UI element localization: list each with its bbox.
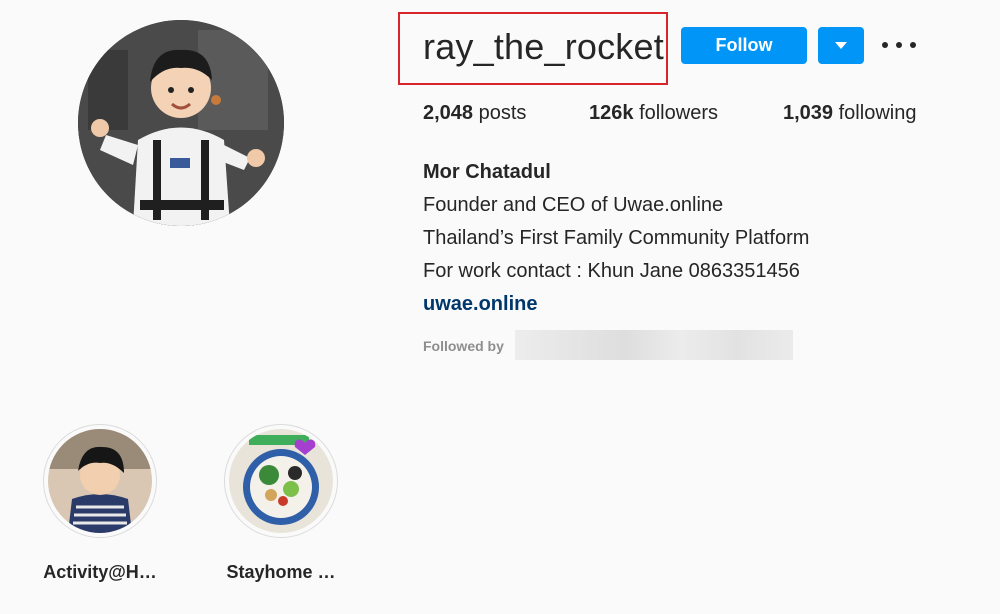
profile-bio: Mor Chatadul Founder and CEO of Uwae.onl… [423, 156, 809, 321]
following-count-label: following [838, 102, 917, 124]
followers-count-label: followers [639, 102, 718, 124]
profile-full-name: Mor Chatadul [423, 161, 551, 183]
followers-link[interactable]: 126k followers [589, 102, 718, 125]
following-link[interactable]: 1,039 following [783, 102, 916, 125]
suggested-accounts-dropdown-button[interactable] [818, 27, 864, 64]
bio-line: Founder and CEO of Uwae.online [423, 194, 724, 216]
bio-line: Thailand’s First Family Community Platfo… [423, 227, 810, 249]
more-dot [896, 42, 902, 48]
followed-by-label: Followed by [423, 338, 504, 354]
more-dot [910, 42, 916, 48]
profile-username: ray_the_rocket [423, 26, 664, 67]
bio-website-link[interactable]: uwae.online [423, 288, 809, 321]
avatar-image [78, 20, 284, 226]
follow-button[interactable]: Follow [681, 27, 807, 64]
posts-count-value: 2,048 [423, 102, 474, 124]
followed-by-names-redacted [515, 330, 793, 360]
highlight-cover-image [229, 429, 333, 533]
bio-line: For work contact : Khun Jane 0863351456 [423, 260, 800, 282]
highlight-ring [224, 424, 338, 538]
followers-count-value: 126k [589, 102, 634, 124]
highlight-label: Stayhome … [226, 562, 336, 582]
highlight-cover-image [48, 429, 152, 533]
profile-page: ray_the_rocket Follow 2,048 posts 126k f… [0, 0, 1000, 614]
highlight-label: Activity@H… [43, 562, 157, 582]
posts-count-label: posts [478, 102, 527, 124]
profile-avatar[interactable] [78, 20, 284, 226]
story-highlight[interactable]: Stayhome … [216, 424, 346, 583]
posts-count: 2,048 posts [423, 102, 526, 125]
story-highlight[interactable]: Activity@H… [35, 424, 165, 583]
highlight-ring [43, 424, 157, 538]
caret-down-icon [835, 42, 847, 49]
more-dot [882, 42, 888, 48]
following-count-value: 1,039 [783, 102, 834, 124]
more-options-icon[interactable] [880, 32, 918, 58]
